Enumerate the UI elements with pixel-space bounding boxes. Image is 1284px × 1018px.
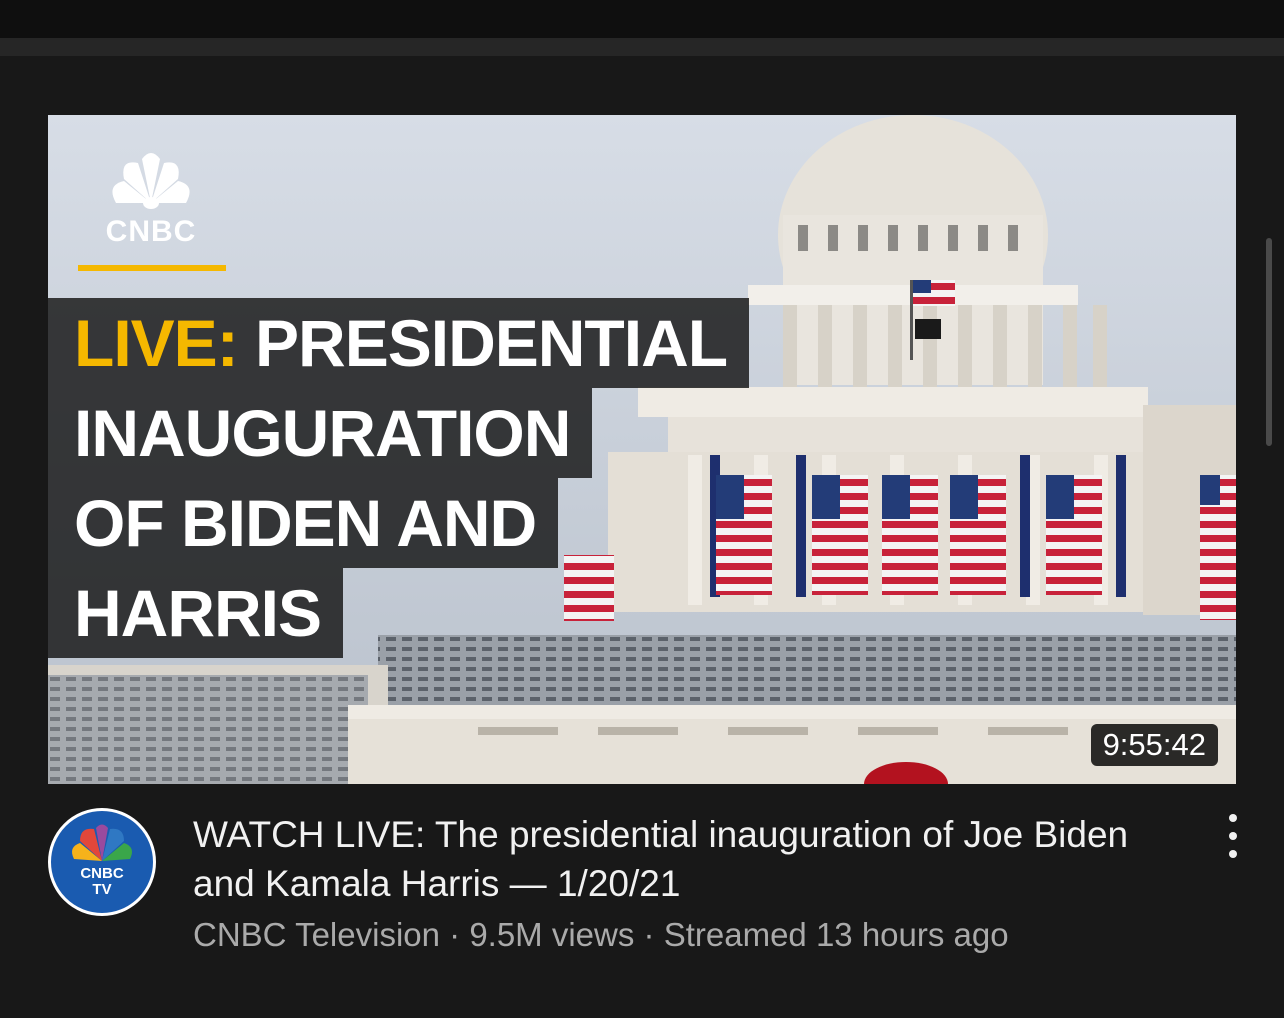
live-label: LIVE: xyxy=(74,306,239,380)
cnbc-peacock-icon xyxy=(112,153,190,209)
stream-age: Streamed 13 hours ago xyxy=(663,916,1009,953)
menu-dot xyxy=(1229,814,1237,822)
headline-text-3: OF BIDEN AND xyxy=(74,486,537,560)
channel-avatar[interactable]: CNBC TV xyxy=(48,808,156,916)
headline-text-4: HARRIS xyxy=(74,576,322,650)
view-count: 9.5M views xyxy=(469,916,635,953)
logo-underline xyxy=(78,265,226,271)
menu-dot xyxy=(1229,832,1237,840)
video-metadata: CNBC Television · 9.5M views · Streamed … xyxy=(193,913,1193,957)
more-vert-icon[interactable] xyxy=(1216,814,1250,858)
headline-text-2: INAUGURATION xyxy=(74,396,571,470)
duration-badge: 9:55:42 xyxy=(1090,724,1218,766)
divider-band xyxy=(0,38,1284,56)
top-strip xyxy=(0,0,1284,38)
headline-line-4: HARRIS xyxy=(48,568,344,658)
headline-text-1: PRESIDENTIAL xyxy=(237,306,728,380)
channel-name[interactable]: CNBC Television xyxy=(193,916,440,953)
menu-dot xyxy=(1229,850,1237,858)
meta-separator: · xyxy=(634,916,664,953)
headline-line-2: INAUGURATION xyxy=(48,388,593,478)
headline-line-3: OF BIDEN AND xyxy=(48,478,559,568)
video-thumbnail[interactable]: CNBC LIVE: PRESIDENTIAL INAUGURATION OF … xyxy=(48,115,1236,784)
video-title[interactable]: WATCH LIVE: The presidential inauguratio… xyxy=(193,810,1173,908)
scrollbar-thumb[interactable] xyxy=(1266,238,1272,446)
meta-separator: · xyxy=(439,916,470,953)
cnbc-logo-text: CNBC xyxy=(105,215,197,248)
avatar-label: CNBC TV xyxy=(80,865,124,898)
headline-line-1: LIVE: PRESIDENTIAL xyxy=(48,298,750,388)
